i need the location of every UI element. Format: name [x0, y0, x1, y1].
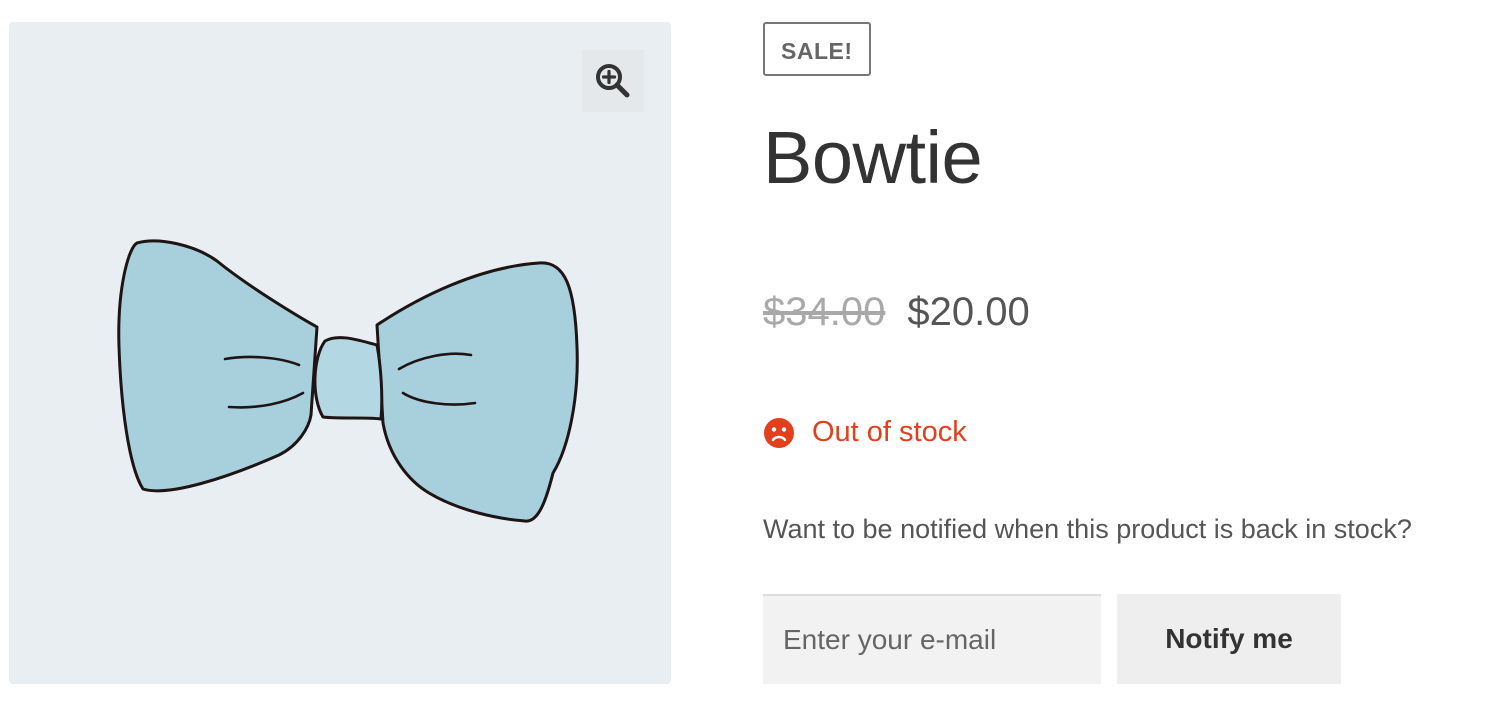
product-summary: SALE! Bowtie $34.00 $20.00 Out of stock W… — [763, 22, 1493, 684]
sale-price: $20.00 — [907, 290, 1030, 334]
sale-badge: SALE! — [763, 22, 871, 76]
notify-prompt: Want to be notified when this product is… — [763, 514, 1412, 544]
regular-price: $34.00 — [763, 290, 886, 334]
product-gallery — [9, 22, 671, 684]
bowtie-image — [117, 239, 579, 523]
email-input[interactable] — [763, 594, 1101, 684]
product-title: Bowtie — [763, 116, 983, 199]
sad-face-icon — [764, 417, 794, 448]
product-price: $34.00 $20.00 — [763, 286, 1030, 338]
stock-status-label: Out of stock — [812, 416, 967, 448]
notify-me-button[interactable]: Notify me — [1117, 594, 1341, 684]
zoom-button[interactable] — [582, 50, 644, 112]
product-page: SALE! Bowtie $34.00 $20.00 Out of stock W… — [0, 0, 1503, 708]
zoom-in-icon — [596, 64, 630, 98]
stock-status: Out of stock — [763, 416, 967, 449]
